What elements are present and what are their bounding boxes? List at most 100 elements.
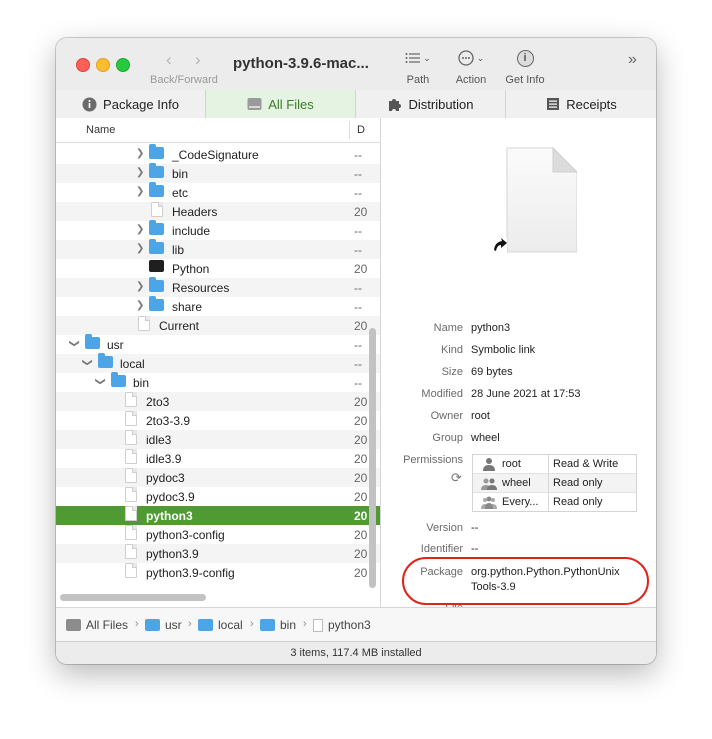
vertical-scrollbar[interactable]: [369, 328, 376, 588]
info-label: Identifier: [420, 543, 463, 555]
info-size-row: Size 69 bytes: [381, 366, 656, 384]
alias-doc-icon: [125, 411, 137, 426]
disclosure-right-icon[interactable]: ❯: [136, 243, 144, 254]
list-item[interactable]: ❯ lib --: [56, 239, 380, 259]
path-crumb-usr[interactable]: usr: [145, 618, 182, 632]
info-name-row: Name python3: [381, 322, 656, 340]
list-item[interactable]: ❯ _CodeSignature --: [56, 144, 380, 164]
action-button[interactable]: ⌄ Action: [449, 48, 493, 86]
file-date: 20: [354, 528, 368, 542]
toolbar-overflow-icon[interactable]: »: [628, 51, 637, 69]
alias-doc-icon: [125, 544, 137, 559]
column-divider[interactable]: [349, 121, 350, 139]
file-name: 2to3-3.9: [146, 414, 191, 428]
folder-icon: [149, 277, 164, 292]
forward-arrow-icon[interactable]: ›: [195, 50, 201, 70]
list-item[interactable]: ❯ bin --: [56, 163, 380, 183]
path-crumb-bin[interactable]: bin: [260, 618, 296, 632]
ellipsis-circle-icon: [458, 50, 474, 66]
list-item[interactable]: pydoc3 20: [56, 468, 380, 487]
tab-package-info[interactable]: Package Info: [56, 90, 206, 118]
path-crumb-all-files[interactable]: All Files: [66, 618, 128, 632]
list-item[interactable]: 2to3 20: [56, 392, 380, 411]
list-item-selected[interactable]: python3 20: [56, 506, 380, 525]
action-label: Action: [455, 74, 487, 86]
disclosure-right-icon[interactable]: ❯: [136, 224, 144, 235]
folder-icon: [111, 372, 126, 387]
file-name: idle3: [146, 433, 172, 447]
list-item[interactable]: Headers 20: [56, 202, 380, 221]
list-item[interactable]: ❯ include --: [56, 220, 380, 240]
alias-doc-icon: [125, 506, 137, 521]
path-button[interactable]: ⌄ Path: [399, 48, 437, 86]
chevron-right-icon: ›: [135, 618, 139, 630]
chevron-down-icon: ⌄: [423, 52, 431, 63]
permission-row[interactable]: wheel Read only: [473, 474, 636, 493]
disclosure-down-icon[interactable]: ❯: [69, 339, 80, 347]
list-item[interactable]: python3.9-config 20: [56, 563, 380, 582]
disclosure-right-icon[interactable]: ❯: [136, 167, 144, 178]
tab-distribution[interactable]: Distribution: [356, 90, 506, 118]
permission-access[interactable]: Read only: [553, 496, 603, 508]
info-label: Group: [432, 432, 463, 444]
info-label: Permissions: [403, 454, 463, 466]
list-item[interactable]: pydoc3.9 20: [56, 487, 380, 506]
disclosure-right-icon[interactable]: ❯: [136, 300, 144, 311]
tab-label: Distribution: [408, 96, 474, 112]
back-arrow-icon[interactable]: ‹: [166, 50, 172, 70]
path-crumb-python3[interactable]: python3: [313, 618, 371, 632]
list-item[interactable]: 2to3-3.9 20: [56, 411, 380, 430]
crumb-label: python3: [328, 618, 371, 632]
info-icon: i: [516, 49, 534, 67]
refresh-icon[interactable]: ⟳: [451, 470, 462, 486]
folder-icon: [98, 353, 113, 368]
file-name: usr: [107, 338, 124, 352]
disclosure-right-icon[interactable]: ❯: [136, 148, 144, 159]
document-alias-icon: [491, 146, 577, 254]
list-item[interactable]: Python 20: [56, 259, 380, 278]
tab-all-files[interactable]: All Files: [206, 90, 356, 118]
list-item[interactable]: idle3 20: [56, 430, 380, 449]
date-column-header[interactable]: D: [357, 124, 365, 136]
minimize-button[interactable]: [96, 58, 110, 72]
horizontal-scrollbar[interactable]: [60, 594, 206, 601]
list-item[interactable]: ❯ bin --: [56, 372, 380, 392]
alias-doc-icon: [138, 316, 150, 331]
alias-doc-icon: [125, 563, 137, 578]
get-info-label: Get Info: [505, 74, 545, 86]
disclosure-right-icon[interactable]: ❯: [136, 281, 144, 292]
permission-access[interactable]: Read only: [553, 477, 603, 489]
close-button[interactable]: [76, 58, 90, 72]
user-icon: [483, 458, 495, 471]
list-item[interactable]: ❯ etc --: [56, 182, 380, 202]
path-crumb-local[interactable]: local: [198, 618, 243, 632]
info-label: Version: [426, 522, 463, 534]
list-item[interactable]: python3.9 20: [56, 544, 380, 563]
info-value: python3: [471, 322, 511, 334]
list-item[interactable]: idle3.9 20: [56, 449, 380, 468]
list-item[interactable]: Current 20: [56, 316, 380, 335]
file-date: --: [354, 148, 362, 162]
info-value: 69 bytes: [471, 366, 513, 378]
list-item[interactable]: ❯ usr --: [56, 334, 380, 354]
list-item[interactable]: ❯ Resources --: [56, 277, 380, 297]
file-name: pydoc3.9: [146, 490, 195, 504]
disclosure-down-icon[interactable]: ❯: [95, 377, 106, 385]
toolbar: ‹ › Back/Forward python-3.9.6-mac... ⌄ P…: [56, 38, 656, 91]
disclosure-right-icon[interactable]: ❯: [136, 186, 144, 197]
alias-doc-icon: [125, 430, 137, 445]
tab-receipts[interactable]: Receipts: [506, 90, 656, 118]
disclosure-down-icon[interactable]: ❯: [82, 358, 93, 366]
permission-row[interactable]: Every... Read only: [473, 493, 636, 511]
list-item[interactable]: ❯ share --: [56, 296, 380, 316]
zoom-button[interactable]: [116, 58, 130, 72]
permission-access[interactable]: Read & Write: [553, 458, 618, 470]
file-date: --: [354, 300, 362, 314]
list-item[interactable]: ❯ local --: [56, 353, 380, 373]
list-item[interactable]: python3-config 20: [56, 525, 380, 544]
permission-row[interactable]: root Read & Write: [473, 455, 636, 474]
get-info-button[interactable]: i Get Info: [502, 48, 548, 86]
folder-icon: [85, 334, 100, 349]
name-column-header[interactable]: Name: [86, 124, 115, 136]
file-name: lib: [172, 243, 185, 257]
